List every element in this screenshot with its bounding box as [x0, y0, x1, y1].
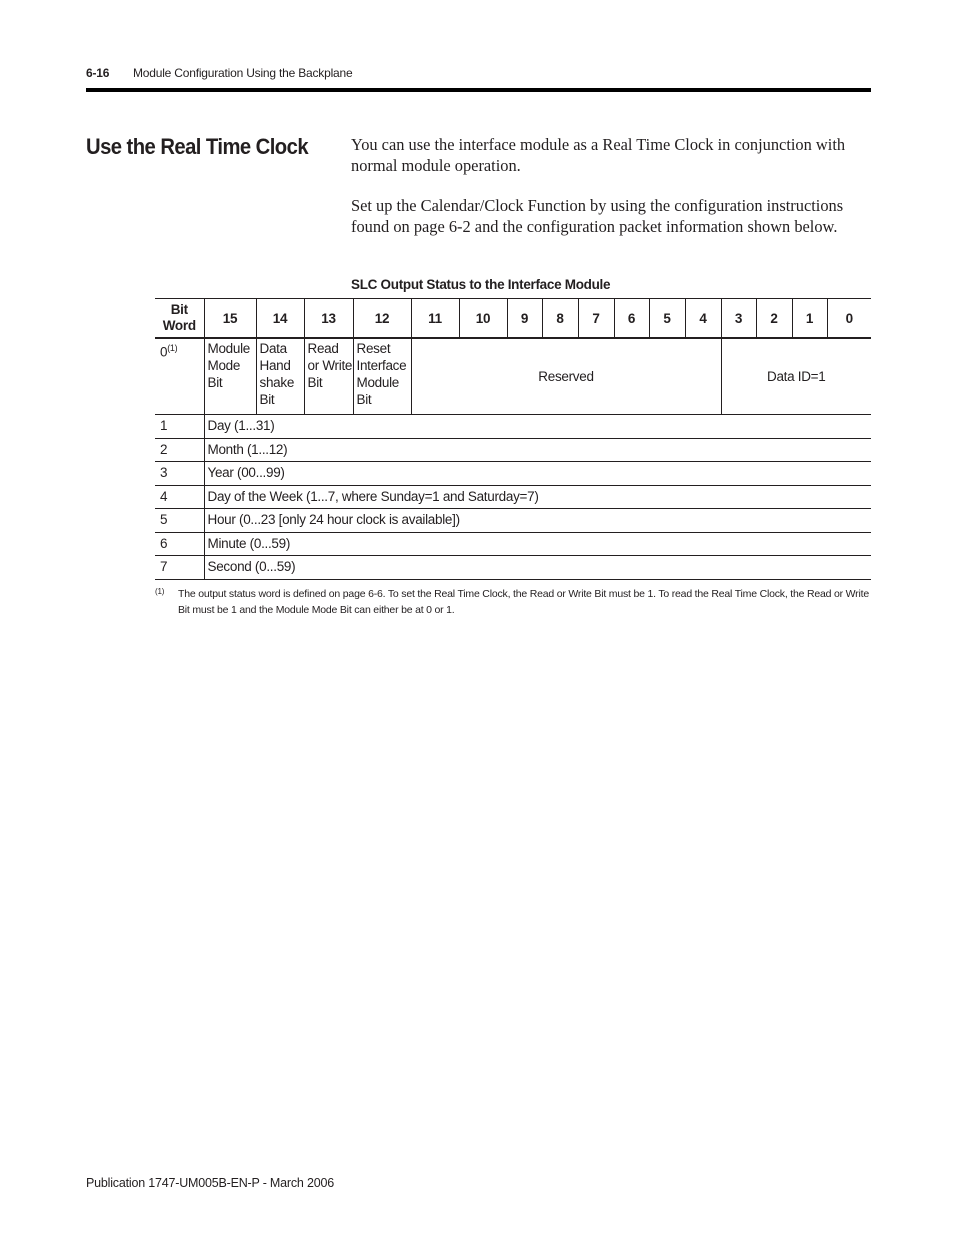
description-cell: Day (1...31) [203, 414, 871, 439]
footnote-ref: (1) [167, 343, 178, 353]
table-row: 4 Day of the Week (1...7, where Sunday=1… [155, 485, 871, 509]
bit-header: 2 [755, 298, 792, 339]
word-cell: 6 [155, 532, 204, 556]
data-handshake-bit-cell: Data Hand shake Bit [255, 338, 304, 415]
data-id-cell: Data ID=1 [720, 338, 871, 415]
bit-header: 7 [577, 298, 614, 339]
table-row: 7 Second (0...59) [155, 555, 871, 580]
table-row: 2 Month (1...12) [155, 438, 871, 462]
module-mode-bit-cell: Module Mode Bit [203, 338, 256, 415]
table-row: 1 Day (1...31) [155, 414, 871, 439]
table-footnote: (1) The output status word is defined on… [155, 586, 878, 618]
bit-header: 4 [684, 298, 721, 339]
reserved-cell: Reserved [410, 338, 721, 415]
page-number: 6-16 [86, 66, 110, 80]
bit-header: 11 [410, 298, 459, 339]
reset-interface-bit-cell: Reset Interface Module Bit [352, 338, 411, 415]
chapter-title: Module Configuration Using the Backplane [133, 66, 353, 80]
word-cell: 7 [155, 555, 204, 580]
bit-header: 0 [826, 298, 871, 339]
corner-bit-label: Bit [170, 302, 188, 317]
bit-header: 3 [720, 298, 756, 339]
bit-header: 1 [791, 298, 827, 339]
corner-word-label: Word [162, 318, 196, 333]
word-cell: 5 [155, 508, 204, 533]
bit-header: 10 [458, 298, 507, 339]
bit-header: 5 [648, 298, 685, 339]
footnote-text: The output status word is defined on pag… [178, 588, 869, 616]
bit-header: 13 [303, 298, 353, 339]
word-cell: 4 [155, 485, 204, 509]
bit-header: 6 [613, 298, 649, 339]
intro-paragraph: You can use the interface module as a Re… [351, 135, 846, 175]
section-title: Use the Real Time Clock [86, 134, 309, 159]
footnote-marker: (1) [155, 587, 165, 596]
read-write-bit-cell: Read or Write Bit [303, 338, 353, 415]
bit-header: 12 [352, 298, 411, 339]
description-cell: Month (1...12) [203, 438, 871, 462]
corner-header: Bit Word [155, 298, 204, 339]
word-cell: 3 [155, 461, 204, 486]
word-cell: 2 [155, 438, 204, 462]
page-header: 6-16 Module Configuration Using the Backp… [86, 66, 353, 80]
bit-header: 9 [506, 298, 542, 339]
table-header-row: Bit Word 15 14 13 12 11 10 9 8 7 6 5 4 3… [155, 298, 871, 339]
description-cell: Second (0...59) [203, 555, 871, 580]
table-row: 3 Year (00...99) [155, 461, 871, 486]
table-row: 5 Hour (0...23 [only 24 hour clock is av… [155, 508, 871, 533]
bit-header: 15 [203, 298, 256, 339]
description-cell: Day of the Week (1...7, where Sunday=1 a… [203, 485, 871, 509]
description-cell: Year (00...99) [203, 461, 871, 486]
table-row: 6 Minute (0...59) [155, 532, 871, 556]
publication-footer: Publication 1747-UM005B-EN-P - March 200… [86, 1176, 334, 1190]
description-cell: Minute (0...59) [203, 532, 871, 556]
description-cell: Hour (0...23 [only 24 hour clock is avai… [203, 508, 871, 533]
bit-header: 8 [541, 298, 578, 339]
output-status-table: Bit Word 15 14 13 12 11 10 9 8 7 6 5 4 3… [155, 298, 871, 580]
table-row-word-0: 0(1) Module Mode Bit Data Hand shake Bit… [155, 338, 871, 415]
table-caption: SLC Output Status to the Interface Modul… [351, 277, 611, 292]
word-cell: 0(1) [155, 338, 204, 415]
header-rule [86, 88, 871, 92]
setup-paragraph: Set up the Calendar/Clock Function by us… [351, 196, 844, 236]
bit-header: 14 [255, 298, 304, 339]
word-cell: 1 [155, 414, 204, 439]
